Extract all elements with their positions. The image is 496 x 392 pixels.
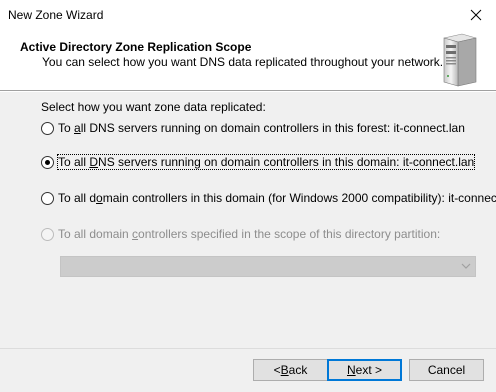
close-button[interactable] <box>456 0 496 30</box>
server-icon <box>443 33 477 87</box>
radio-option-partition[interactable]: To all domain controllers specified in t… <box>41 227 440 241</box>
back-button[interactable]: < Back <box>253 359 328 381</box>
replication-prompt: Select how you want zone data replicated… <box>41 100 266 114</box>
radio-label: To all domain controllers specified in t… <box>58 227 441 241</box>
title-bar: New Zone Wizard <box>0 0 496 30</box>
wizard-content: Select how you want zone data replicated… <box>0 92 496 348</box>
radio-button[interactable] <box>41 121 54 135</box>
page-title: Active Directory Zone Replication Scope <box>20 40 252 54</box>
radio-label: To all DNS servers running on domain con… <box>58 121 465 135</box>
radio-button-selected[interactable] <box>41 155 54 169</box>
partition-select[interactable] <box>60 256 476 277</box>
radio-option-domain-dns[interactable]: To all DNS servers running on domain con… <box>41 154 476 170</box>
window-title: New Zone Wizard <box>8 8 104 22</box>
cancel-button[interactable]: Cancel <box>409 359 484 381</box>
next-button[interactable]: Next > <box>327 359 402 381</box>
page-subtitle: You can select how you want DNS data rep… <box>42 55 444 69</box>
radio-label: To all domain controllers in this domain… <box>58 191 496 205</box>
radio-option-domain-w2k[interactable]: To all domain controllers in this domain… <box>41 191 496 205</box>
radio-button-disabled[interactable] <box>41 227 54 241</box>
wizard-footer: < Back Next > Cancel <box>0 348 496 392</box>
close-icon <box>470 9 482 21</box>
wizard-header: Active Directory Zone Replication Scope … <box>0 30 496 90</box>
radio-label: To all DNS servers running on domain con… <box>56 154 476 170</box>
radio-button[interactable] <box>41 191 54 205</box>
chevron-down-icon <box>461 263 471 269</box>
radio-option-forest[interactable]: To all DNS servers running on domain con… <box>41 121 465 135</box>
